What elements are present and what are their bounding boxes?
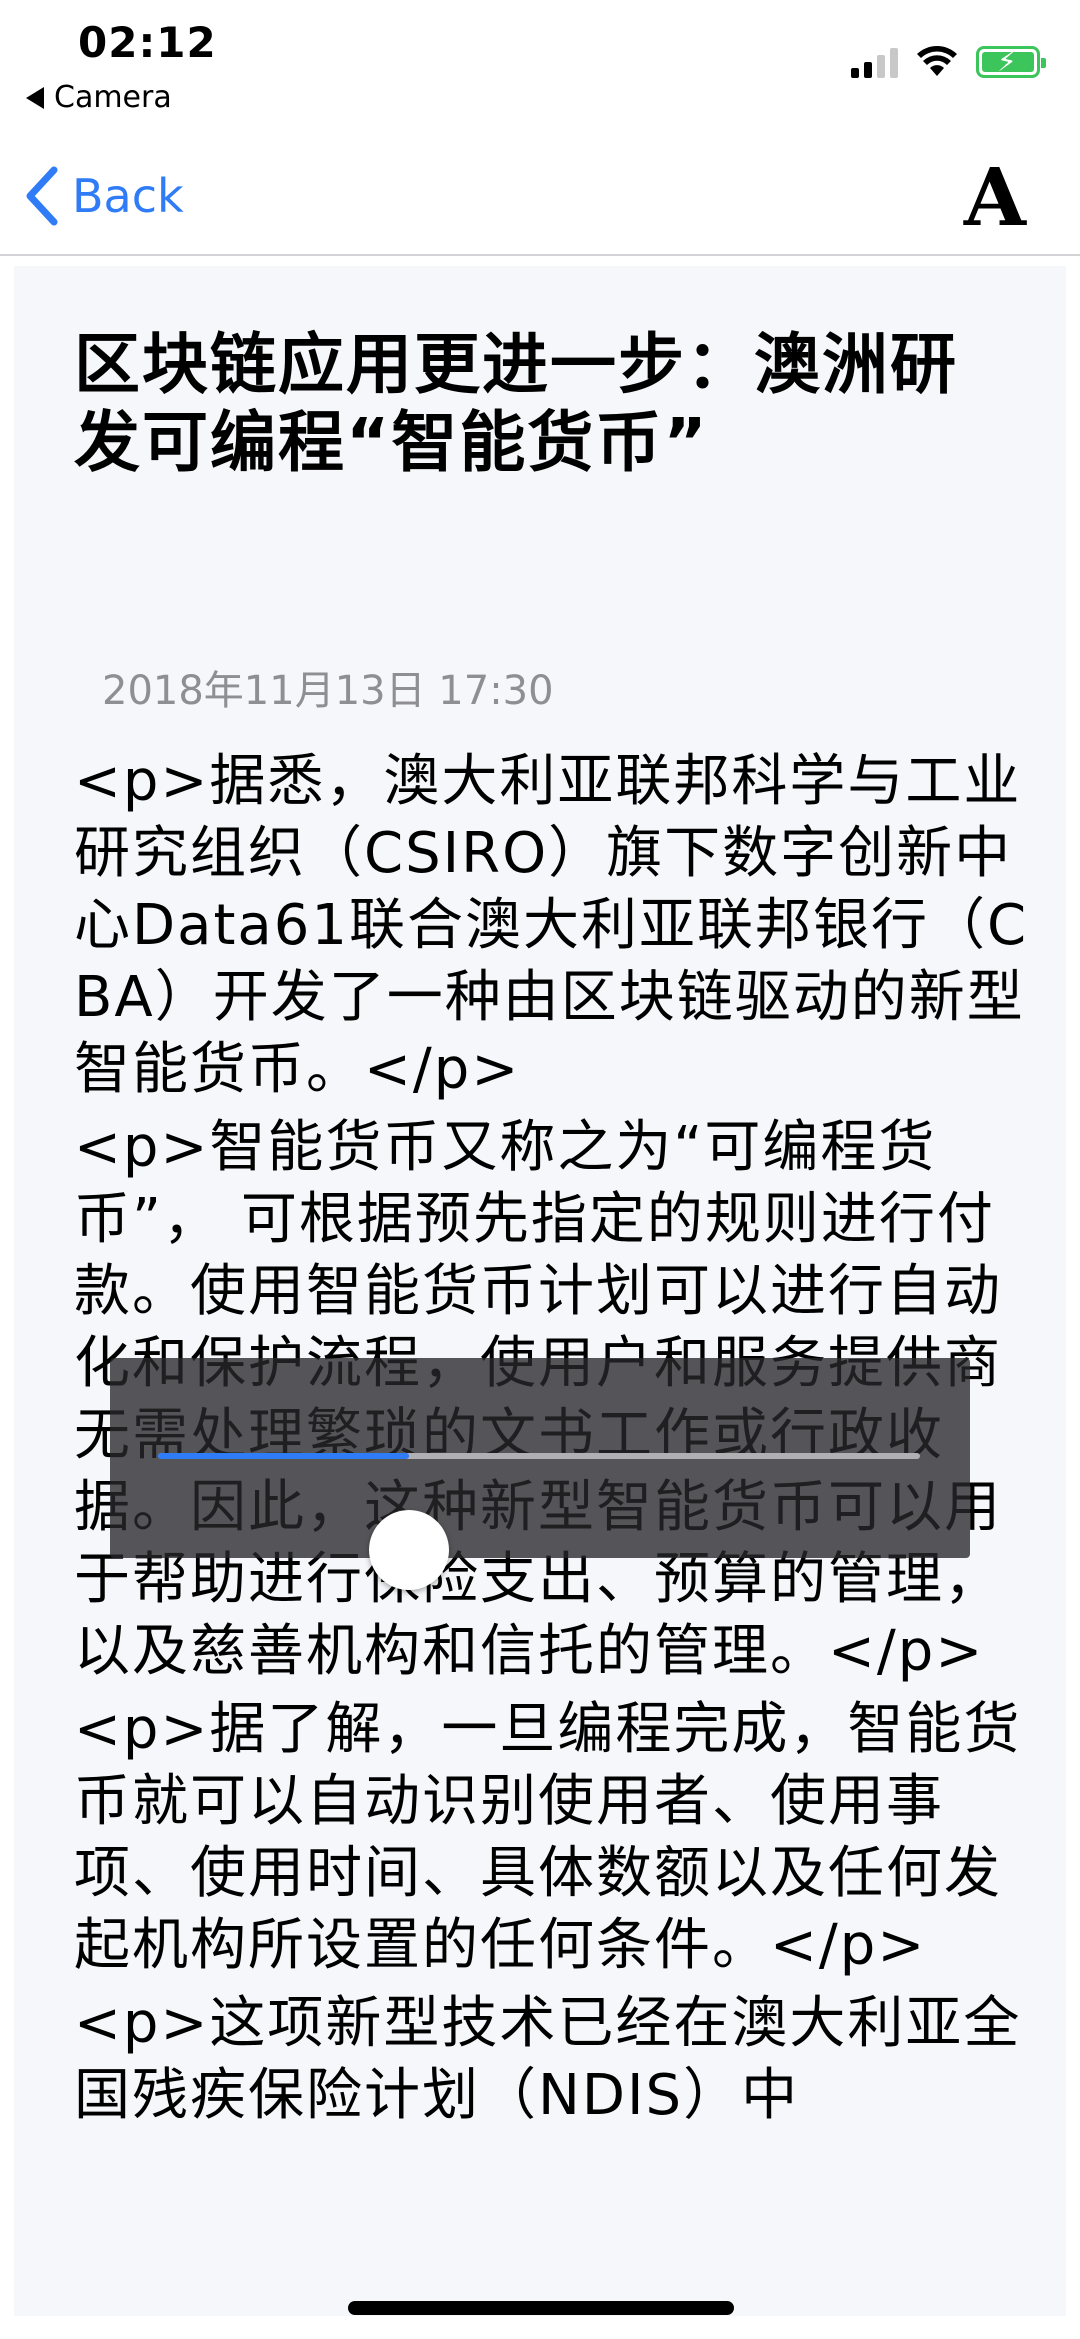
article-container: 区块链应用更进一步：澳洲研发可编程“智能货币” 2018年11月13日 17:3… bbox=[14, 266, 1066, 2316]
slider-overlay bbox=[110, 1358, 970, 1590]
slider-fill bbox=[158, 1453, 410, 1459]
home-indicator[interactable] bbox=[348, 2301, 734, 2315]
article-date: 2018年11月13日 17:30 bbox=[102, 668, 554, 714]
chevron-left-icon bbox=[26, 166, 58, 226]
status-bar: 02:12 Camera ⚡ bbox=[0, 0, 1080, 140]
status-icons: ⚡ bbox=[851, 46, 1046, 78]
back-button[interactable]: Back bbox=[22, 160, 184, 232]
font-size-button[interactable]: A bbox=[964, 150, 1026, 244]
cellular-signal-icon bbox=[851, 46, 898, 78]
navigation-bar: Back A bbox=[0, 140, 1080, 256]
slider-track[interactable] bbox=[158, 1453, 920, 1590]
wifi-icon bbox=[917, 46, 957, 76]
status-time: 02:12 bbox=[78, 18, 217, 67]
back-triangle-icon bbox=[26, 86, 44, 109]
battery-charging-icon: ⚡ bbox=[976, 46, 1046, 78]
back-to-app-label: Camera bbox=[54, 80, 172, 115]
article-paragraph: <p>这项新型技术已经在澳大利亚全国残疾保险计划（NDIS）中 bbox=[74, 1991, 1022, 2128]
article-paragraph: <p>据悉，澳大利亚联邦科学与工业研究组织（CSIRO）旗下数字创新中心Data… bbox=[74, 749, 1029, 1102]
back-button-label: Back bbox=[72, 169, 184, 223]
back-to-app-link[interactable]: Camera bbox=[26, 80, 172, 115]
slider-thumb[interactable] bbox=[369, 1510, 450, 1590]
article-title: 区块链应用更进一步：澳洲研发可编程“智能货币” bbox=[74, 326, 958, 481]
article-paragraph: <p>据了解，一旦编程完成，智能货币就可以自动识别使用者、使用事项、使用时间、具… bbox=[74, 1697, 1022, 1978]
